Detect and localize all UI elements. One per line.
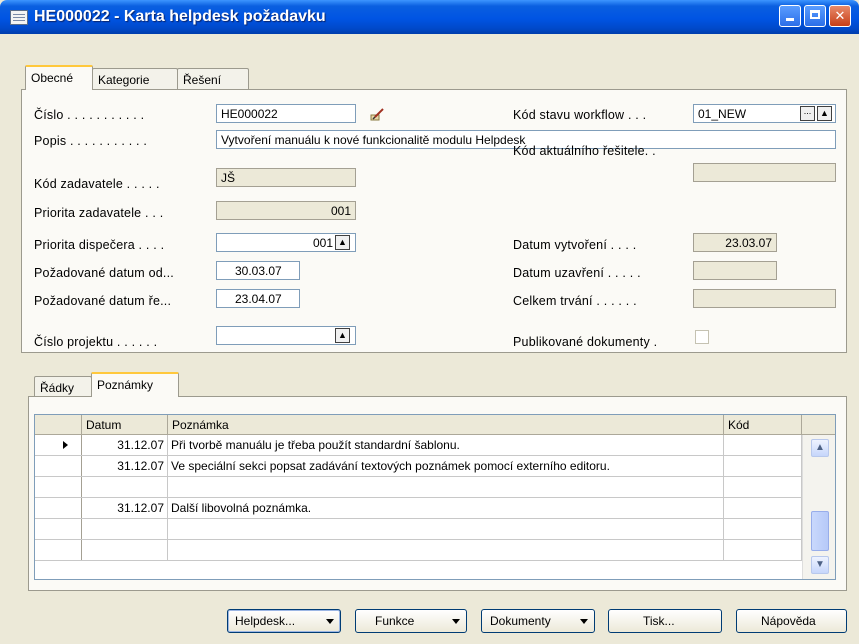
grid-header-filler [802,415,835,435]
table-row[interactable]: 31.12.07 Při tvorbě manuálu je třeba pou… [35,435,802,456]
chevron-down-icon [452,619,460,624]
row-selector[interactable] [35,477,82,497]
cislo-label: Číslo . . . . . . . . . . . [34,108,145,122]
kod-aktualniho-resitele-field[interactable] [693,163,836,182]
minimize-icon [786,18,794,21]
table-row[interactable]: 31.12.07 Další libovolná poznámka. [35,498,802,519]
celkem-trvani-label: Celkem trvání . . . . . . [513,294,637,308]
row-selector[interactable] [35,498,82,518]
scroll-up-icon[interactable]: ▲ [811,439,829,457]
tab-obecne[interactable]: Obecné [25,65,93,90]
scroll-thumb[interactable] [811,511,829,551]
priorita-dispecera-lookup-button[interactable]: ▲ [335,235,350,250]
form-icon [10,10,28,25]
column-header-datum[interactable]: Datum [82,415,168,435]
notes-scrollbar[interactable]: ▲ ▼ [802,435,835,579]
maximize-button[interactable] [804,5,826,27]
minimize-button[interactable] [779,5,801,27]
row-selector[interactable] [35,540,82,560]
row-poznamka[interactable]: Při tvorbě manuálu je třeba použít stand… [168,435,724,455]
row-datum[interactable] [82,477,168,497]
dokumenty-button[interactable]: Dokumenty [481,609,595,633]
row-datum[interactable] [82,519,168,539]
cislo-projektu-label: Číslo projektu . . . . . . [34,335,158,349]
row-poznamka[interactable] [168,540,724,560]
cislo-projektu-lookup-button[interactable]: ▲ [335,328,350,343]
row-selector[interactable] [35,435,82,455]
dokumenty-button-label: Dokumenty [490,614,551,628]
cislo-field[interactable]: HE000022 [216,104,356,123]
napoveda-button[interactable]: Nápověda [736,609,847,633]
priorita-zadavatele-field[interactable]: 001 [216,201,356,220]
row-kod[interactable] [724,435,802,455]
maximize-icon [810,10,820,19]
pozadovane-datum-re-label: Požadované datum ře... [34,294,172,308]
notes-grid: Datum Poznámka Kód 31.12.07 Při tvorbě m… [34,414,836,580]
scroll-down-icon[interactable]: ▼ [811,556,829,574]
pozadovane-datum-od-label: Požadované datum od... [34,266,174,280]
workflow-assist-button[interactable]: ... [800,106,815,121]
celkem-trvani-field[interactable] [693,289,836,308]
tab-kategorie[interactable]: Kategorie [92,68,178,90]
helpdesk-card-window: HE000022 - Karta helpdesk požadavku ✕ Ob… [0,0,859,644]
chevron-down-icon [580,619,588,624]
funkce-button[interactable]: Funkce [355,609,467,633]
helpdesk-button-label: Helpdesk... [235,614,296,628]
datum-uzavreni-label: Datum uzavření . . . . . [513,266,641,280]
row-datum[interactable] [82,540,168,560]
kod-stavu-workflow-label: Kód stavu workflow . . . [513,108,647,122]
window-title: HE000022 - Karta helpdesk požadavku [34,8,326,25]
kod-aktualniho-resitele-label: Kód aktuálního řešitele. . [513,144,656,158]
row-selector[interactable] [35,456,82,476]
publikovane-dokumenty-label: Publikované dokumenty . [513,335,658,349]
close-icon: ✕ [834,8,846,23]
table-row[interactable] [35,540,802,561]
table-row[interactable] [35,519,802,540]
row-datum[interactable]: 31.12.07 [82,456,168,476]
popis-label: Popis . . . . . . . . . . . [34,134,148,148]
tab-reseni[interactable]: Řešení [177,68,249,90]
tisk-button-label: Tisk... [643,614,675,628]
column-header-kod[interactable]: Kód [724,415,802,435]
close-button[interactable]: ✕ [829,5,851,27]
row-selector[interactable] [35,519,82,539]
row-poznamka[interactable] [168,477,724,497]
publikovane-dokumenty-checkbox[interactable] [695,330,709,344]
helpdesk-button[interactable]: Helpdesk... [227,609,341,633]
priorita-dispecera-label: Priorita dispečera . . . . [34,238,165,252]
tab-poznamky[interactable]: Poznámky [91,372,179,397]
funkce-button-label: Funkce [375,614,415,628]
row-poznamka[interactable] [168,519,724,539]
general-panel [21,89,847,353]
title-bar[interactable]: HE000022 - Karta helpdesk požadavku ✕ [0,0,859,34]
row-poznamka[interactable]: Další libovolná poznámka. [168,498,724,518]
datum-vytvoreni-field[interactable]: 23.03.07 [693,233,777,252]
priorita-zadavatele-label: Priorita zadavatele . . . [34,206,164,220]
kod-zadavatele-field[interactable]: JŠ [216,168,356,187]
row-kod[interactable] [724,477,802,497]
row-kod[interactable] [724,519,802,539]
workflow-lookup-button[interactable]: ▲ [817,106,832,121]
row-kod[interactable] [724,456,802,476]
pozadovane-datum-re-field[interactable]: 23.04.07 [216,289,300,308]
row-poznamka[interactable]: Ve speciální sekci popsat zadávání texto… [168,456,724,476]
row-datum[interactable]: 31.12.07 [82,498,168,518]
grid-corner [35,415,82,435]
datum-vytvoreni-label: Datum vytvoření . . . . [513,238,637,252]
kod-zadavatele-label: Kód zadavatele . . . . . [34,177,160,191]
napoveda-button-label: Nápověda [761,614,816,628]
tab-radky[interactable]: Řádky [34,376,92,398]
table-row[interactable] [35,477,802,498]
chevron-down-icon [326,619,334,624]
column-header-poznamka[interactable]: Poznámka [168,415,724,435]
row-kod[interactable] [724,540,802,560]
pozadovane-datum-od-field[interactable]: 30.03.07 [216,261,300,280]
datum-uzavreni-field[interactable] [693,261,777,280]
row-kod[interactable] [724,498,802,518]
table-row[interactable]: 31.12.07 Ve speciální sekci popsat zadáv… [35,456,802,477]
tisk-button[interactable]: Tisk... [608,609,722,633]
edit-icon[interactable] [369,106,385,122]
row-datum[interactable]: 31.12.07 [82,435,168,455]
current-row-icon [63,441,68,449]
